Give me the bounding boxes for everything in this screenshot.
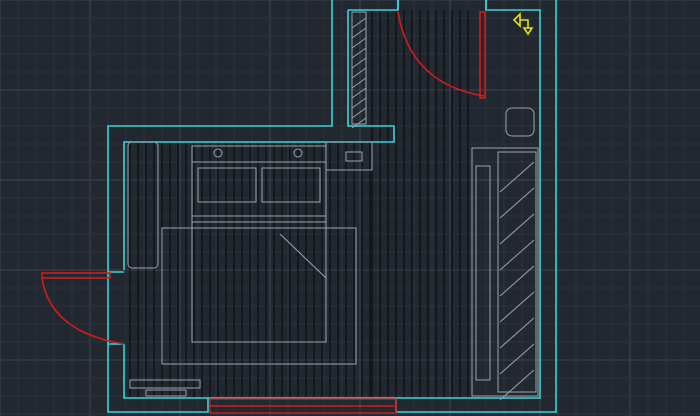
cad-drawing-canvas[interactable]: [0, 0, 700, 416]
canvas-background: [0, 0, 700, 416]
